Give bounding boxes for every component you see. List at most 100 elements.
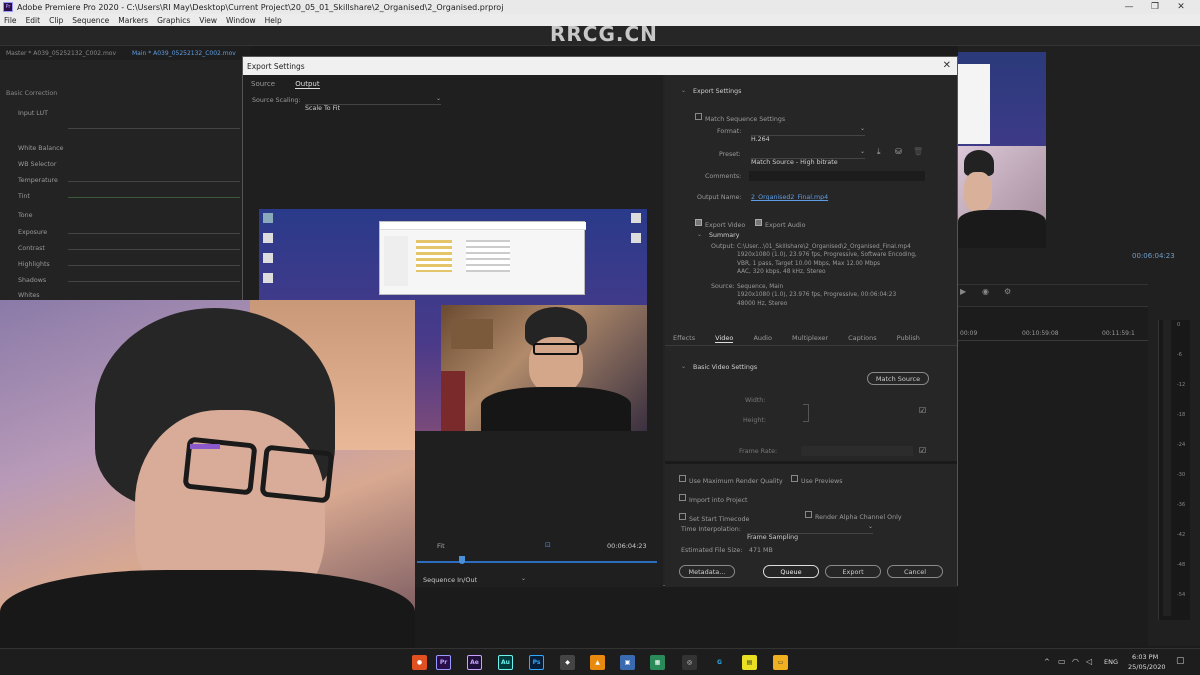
tab-multiplexer[interactable]: Multiplexer [792, 334, 828, 342]
fit-select[interactable]: Fit [437, 542, 445, 550]
link-dimensions-bracket[interactable] [803, 404, 809, 422]
notifications-icon[interactable]: ▢ [1176, 656, 1185, 666]
menu-file[interactable]: File [4, 16, 17, 25]
close-button[interactable]: ✕ [1170, 0, 1192, 14]
app-icon[interactable]: G [712, 655, 727, 670]
menu-sequence[interactable]: Sequence [72, 16, 109, 25]
menu-clip[interactable]: Clip [49, 16, 63, 25]
sticky-notes-icon[interactable]: ▤ [742, 655, 757, 670]
format-select[interactable]: H.264 ⌄ [751, 125, 865, 143]
tab-audio[interactable]: Audio [753, 334, 771, 342]
settings-icon[interactable]: ⚙ [1004, 287, 1011, 296]
source-scaling-select[interactable]: Scale To Fit ⌄ [305, 95, 441, 112]
match-sequence-checkbox[interactable]: Match Sequence Settings [695, 106, 785, 125]
save-preset-icon[interactable]: ⤓ [877, 147, 881, 157]
clock-time[interactable]: 6:03 PM [1132, 653, 1158, 661]
tab-output[interactable]: Output [295, 80, 320, 89]
render-alpha-checkbox[interactable]: Render Alpha Channel Only [805, 504, 902, 523]
override-width-checkbox[interactable]: ☑ [919, 406, 926, 415]
tab-master-clip[interactable]: Master * A039_05252132_C002.mov [6, 50, 116, 57]
tab-video[interactable]: Video [715, 334, 734, 343]
tab-main-clip[interactable]: Main * A039_05252132_C002.mov [132, 50, 236, 57]
preset-select[interactable]: Match Source - High bitrate ⌄ [751, 148, 865, 166]
menu-view[interactable]: View [199, 16, 217, 25]
app-icon[interactable]: ▣ [620, 655, 635, 670]
time-interpolation-select[interactable]: Frame Sampling ⌄ [747, 523, 873, 541]
slider[interactable] [68, 128, 240, 129]
checkbox[interactable] [695, 113, 702, 120]
play-icon[interactable]: ▶ [960, 287, 966, 296]
highlights-slider[interactable] [68, 265, 240, 266]
checkbox[interactable] [679, 494, 686, 501]
chevron-down-icon[interactable]: ⌄ [681, 87, 686, 94]
maximize-button[interactable]: ❐ [1144, 0, 1166, 14]
file-size-label: Estimated File Size: [681, 547, 743, 554]
audition-taskbar-icon[interactable]: Au [498, 655, 513, 670]
app-icon[interactable]: ◆ [560, 655, 575, 670]
premiere-taskbar-icon[interactable]: Pr [436, 655, 451, 670]
match-source-button[interactable]: Match Source [867, 372, 929, 385]
menu-edit[interactable]: Edit [26, 16, 41, 25]
chevron-down-icon[interactable]: ⌄ [697, 231, 702, 238]
chevron-down-icon[interactable]: ⌄ [681, 363, 686, 370]
dialog-close-button[interactable]: ✕ [943, 60, 951, 71]
queue-button[interactable]: Queue [763, 565, 819, 578]
scrub-bar[interactable] [417, 561, 657, 563]
playhead-handle[interactable] [459, 556, 465, 564]
camera-icon[interactable]: ◉ [982, 287, 989, 296]
metadata-button[interactable]: Metadata... [679, 565, 735, 578]
basic-correction-header[interactable]: Basic Correction [6, 90, 57, 97]
import-preset-icon[interactable]: ⛁ [895, 147, 902, 156]
file-explorer-icon[interactable]: ▭ [773, 655, 788, 670]
delete-preset-icon[interactable]: 🗑 [913, 147, 923, 156]
override-framerate-checkbox[interactable]: ☑ [919, 446, 926, 455]
import-into-project-checkbox[interactable]: Import into Project [679, 487, 748, 506]
volume-icon[interactable]: ◁ [1086, 657, 1092, 666]
network-icon[interactable]: ▭ [1058, 657, 1066, 666]
temperature-slider[interactable] [68, 181, 240, 182]
marker-icon[interactable]: ⊡ [545, 541, 551, 549]
menu-help[interactable]: Help [265, 16, 282, 25]
checkbox[interactable] [679, 513, 686, 520]
shadows-slider[interactable] [68, 281, 240, 282]
frame-rate-select[interactable] [801, 446, 913, 456]
range-select[interactable]: Sequence In/Out [423, 576, 477, 584]
app-icon[interactable]: ▦ [650, 655, 665, 670]
language-indicator[interactable]: ENG [1104, 658, 1118, 666]
checkbox[interactable] [679, 475, 686, 482]
menu-markers[interactable]: Markers [118, 16, 148, 25]
chevron-down-icon: ⌄ [867, 523, 873, 530]
timeline-ruler[interactable]: 00:09 00:10:59:08 00:11:59:1 [958, 327, 1148, 341]
wifi-icon[interactable]: ◠ [1072, 657, 1079, 666]
tab-captions[interactable]: Captions [848, 334, 877, 342]
use-previews-checkbox[interactable]: Use Previews [791, 468, 843, 487]
output-name-link[interactable]: 2_Organised2_Final.mp4 [751, 194, 828, 201]
tray-chevron-icon[interactable]: ^ [1044, 658, 1050, 666]
export-button[interactable]: Export [825, 565, 881, 578]
browser-icon[interactable]: ● [412, 655, 427, 670]
exposure-slider[interactable] [68, 233, 240, 234]
menu-graphics[interactable]: Graphics [157, 16, 190, 25]
tint-slider[interactable] [68, 197, 240, 198]
export-audio-checkbox[interactable]: Export Audio [755, 212, 806, 231]
clock-date[interactable]: 25/05/2020 [1128, 663, 1165, 671]
max-render-quality-checkbox[interactable]: Use Maximum Render Quality [679, 468, 783, 487]
tab-publish[interactable]: Publish [897, 334, 920, 342]
comments-input[interactable] [749, 171, 925, 181]
tab-effects[interactable]: Effects [673, 334, 695, 342]
contrast-slider[interactable] [68, 249, 240, 250]
after-effects-taskbar-icon[interactable]: Ae [467, 655, 482, 670]
obs-icon[interactable]: ◎ [682, 655, 697, 670]
cancel-button[interactable]: Cancel [887, 565, 943, 578]
checkbox[interactable] [805, 511, 812, 518]
vlc-icon[interactable]: ▲ [590, 655, 605, 670]
checkbox[interactable] [791, 475, 798, 482]
minimize-button[interactable]: — [1118, 0, 1140, 14]
export-video-checkbox[interactable]: Export Video [695, 212, 745, 231]
checkbox[interactable] [695, 219, 702, 226]
set-start-timecode-checkbox[interactable]: Set Start Timecode [679, 506, 749, 525]
checkbox[interactable] [755, 219, 762, 226]
photoshop-taskbar-icon[interactable]: Ps [529, 655, 544, 670]
tab-source[interactable]: Source [251, 80, 275, 88]
menu-window[interactable]: Window [226, 16, 256, 25]
